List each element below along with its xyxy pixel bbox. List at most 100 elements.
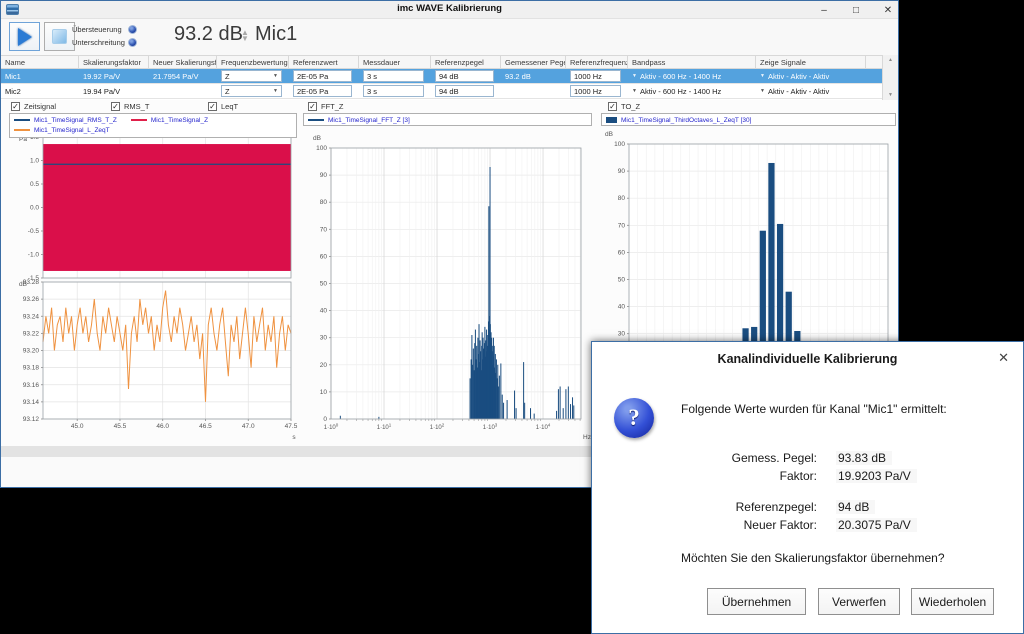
calibration-dialog: Kanalindividuelle Kalibrierung ✕ ? Folge… <box>591 341 1024 634</box>
svg-text:40: 40 <box>618 304 626 311</box>
legend-item: Mic1_TimeSignal_Z <box>131 115 208 125</box>
cell-referenzfrequenz[interactable]: 1000 Hz <box>566 69 628 83</box>
checkbox-icon[interactable]: ✓ <box>608 102 617 111</box>
field-value: 19.9203 Pa/V <box>836 469 917 483</box>
svg-text:93.14: 93.14 <box>23 399 40 406</box>
apply-button[interactable]: Übernehmen <box>707 588 806 615</box>
column-header-gemessener_pegel[interactable]: Gemessener Pegel <box>501 56 566 68</box>
cell-name: Mic2 <box>1 84 79 98</box>
checkbox-icon[interactable]: ✓ <box>11 102 20 111</box>
messdauer-input[interactable]: 3 s <box>363 85 424 97</box>
svg-text:93.12: 93.12 <box>23 416 40 423</box>
referenzfrequenz-input[interactable]: 1000 Hz <box>570 85 621 97</box>
cell-referenzwert[interactable]: 2E-05 Pa <box>289 69 359 83</box>
cell-referenzwert[interactable]: 2E-05 Pa <box>289 84 359 98</box>
frequenzbewertung-select[interactable]: Z▼ <box>221 85 282 97</box>
column-header-referenzpegel[interactable]: Referenzpegel <box>431 56 501 68</box>
referenzwert-input[interactable]: 2E-05 Pa <box>293 70 352 82</box>
channel-table: NameSkalierungsfaktorNeuer Skalierungsf.… <box>1 55 898 100</box>
frequenzbewertung-select[interactable]: Z▼ <box>221 70 282 82</box>
messdauer-input[interactable]: 3 s <box>363 70 424 82</box>
svg-text:93.26: 93.26 <box>23 296 40 303</box>
cell-frequenzbewertung[interactable]: Z▼ <box>217 84 289 98</box>
column-header-bandpass[interactable]: Bandpass <box>628 56 756 68</box>
stop-icon <box>52 29 67 44</box>
svg-text:45.5: 45.5 <box>114 423 127 430</box>
column-header-zeige_signale[interactable]: Zeige Signale <box>756 56 866 68</box>
chevron-down-icon: ▼ <box>273 88 278 94</box>
svg-text:1·103: 1·103 <box>483 423 498 432</box>
start-button[interactable] <box>9 22 40 51</box>
checkbox-TO_Z[interactable]: ✓ TO_Z <box>608 102 640 111</box>
dialog-question: Möchten Sie den Skalierungsfaktor überne… <box>681 551 945 565</box>
checkbox-label: TO_Z <box>621 102 640 111</box>
dialog-message: Folgende Werte wurden für Kanal "Mic1" e… <box>681 402 947 416</box>
repeat-button[interactable]: Wiederholen <box>911 588 994 615</box>
checkbox-icon[interactable]: ✓ <box>111 102 120 111</box>
referenzwert-input[interactable]: 2E-05 Pa <box>293 85 352 97</box>
legend-item: Mic1_TimeSignal_FFT_Z [3] <box>308 115 410 125</box>
column-header-name[interactable]: Name <box>1 56 79 68</box>
close-icon[interactable]: ✕ <box>882 5 894 16</box>
svg-text:10: 10 <box>320 389 328 396</box>
chevron-down-icon: ▼ <box>273 73 278 79</box>
column-header-messdauer[interactable]: Messdauer <box>359 56 431 68</box>
cell-referenzpegel[interactable]: 94 dB <box>431 69 501 83</box>
checkbox-Zeitsignal[interactable]: ✓Zeitsignal <box>11 102 56 111</box>
cell-zeige_signale[interactable]: ▼ Aktiv - Aktiv - Aktiv <box>756 84 866 98</box>
spinner-down-icon[interactable]: ▼ <box>241 36 249 42</box>
cell-bandpass[interactable]: ▼ Aktiv - 600 Hz - 1400 Hz <box>628 84 756 98</box>
table-row-Mic2[interactable]: Mic219.94 Pa/VZ▼2E-05 Pa3 s94 dB1000 Hz▼… <box>1 84 898 99</box>
svg-text:1·104: 1·104 <box>536 423 551 432</box>
scroll-down-icon[interactable]: ▼ <box>883 92 898 98</box>
field-label: Faktor: <box>592 469 817 483</box>
cell-frequenzbewertung[interactable]: Z▼ <box>217 69 289 83</box>
checkbox-LeqT[interactable]: ✓LeqT <box>208 102 238 111</box>
minimize-icon[interactable]: – <box>818 5 830 16</box>
cell-bandpass[interactable]: ▼ Aktiv - 600 Hz - 1400 Hz <box>628 69 756 83</box>
chevron-down-icon: ▼ <box>632 88 637 94</box>
svg-text:46.5: 46.5 <box>199 423 212 430</box>
referenzpegel-input[interactable]: 94 dB <box>435 70 494 82</box>
checkbox-RMS_T[interactable]: ✓ RMS_T <box>111 102 149 111</box>
legend-swatch-icon <box>308 119 324 121</box>
checkbox-FFT_Z[interactable]: ✓FFT_Z <box>308 102 344 111</box>
cell-referenzpegel[interactable]: 94 dB <box>431 84 501 98</box>
legend-item: Mic1_TimeSignal_RMS_T_Z <box>14 115 117 125</box>
scroll-up-icon[interactable]: ▲ <box>883 57 898 63</box>
cell-messdauer[interactable]: 3 s <box>359 84 431 98</box>
discard-button[interactable]: Verwerfen <box>818 588 900 615</box>
table-row-Mic1[interactable]: Mic119.92 Pa/V21.7954 Pa/VZ▼2E-05 Pa3 s9… <box>1 69 898 84</box>
column-header-referenzfrequenz[interactable]: Referenzfrequenz <box>566 56 628 68</box>
chevron-down-icon: ▼ <box>760 73 765 79</box>
checkbox-icon[interactable]: ✓ <box>208 102 217 111</box>
dialog-title: Kanalindividuelle Kalibrierung <box>592 352 1023 366</box>
referenzpegel-input[interactable]: 94 dB <box>435 85 494 97</box>
column-header-neuer_skalierungswert[interactable]: Neuer Skalierungsf... <box>149 56 217 68</box>
legend-swatch-icon <box>131 119 147 121</box>
dialog-close-icon[interactable]: ✕ <box>998 350 1009 366</box>
svg-text:45.0: 45.0 <box>71 423 84 430</box>
checkbox-label: RMS_T <box>124 102 149 111</box>
legend-label: Mic1_TimeSignal_RMS_T_Z <box>34 117 117 124</box>
checkbox-icon[interactable]: ✓ <box>308 102 317 111</box>
overload-led-icon <box>128 25 137 34</box>
cell-messdauer[interactable]: 3 s <box>359 69 431 83</box>
table-scrollbar[interactable]: ▲ ▼ <box>882 55 898 100</box>
maximize-icon[interactable]: □ <box>850 5 862 16</box>
svg-text:1·102: 1·102 <box>430 423 445 432</box>
cell-zeige_signale[interactable]: ▼ Aktiv - Aktiv - Aktiv <box>756 69 866 83</box>
svg-text:70: 70 <box>618 222 626 229</box>
cell-referenzfrequenz[interactable]: 1000 Hz <box>566 84 628 98</box>
stop-button[interactable] <box>44 22 75 51</box>
svg-text:40: 40 <box>320 308 328 315</box>
legend-item: Mic1_TimeSignal_L_ZeqT <box>14 125 110 135</box>
legend-fft: Mic1_TimeSignal_FFT_Z [3] <box>303 113 592 126</box>
column-header-frequenzbewertung[interactable]: Frequenzbewertung <box>217 56 289 68</box>
dropdown-value: Aktiv - 600 Hz - 1400 Hz <box>640 87 721 96</box>
column-header-skalierungsfaktor[interactable]: Skalierungsfaktor <box>79 56 149 68</box>
chevron-down-icon: ▼ <box>632 73 637 79</box>
referenzfrequenz-input[interactable]: 1000 Hz <box>570 70 621 82</box>
channel-spinner[interactable]: ▲▼ <box>239 25 251 47</box>
column-header-referenzwert[interactable]: Referenzwert <box>289 56 359 68</box>
